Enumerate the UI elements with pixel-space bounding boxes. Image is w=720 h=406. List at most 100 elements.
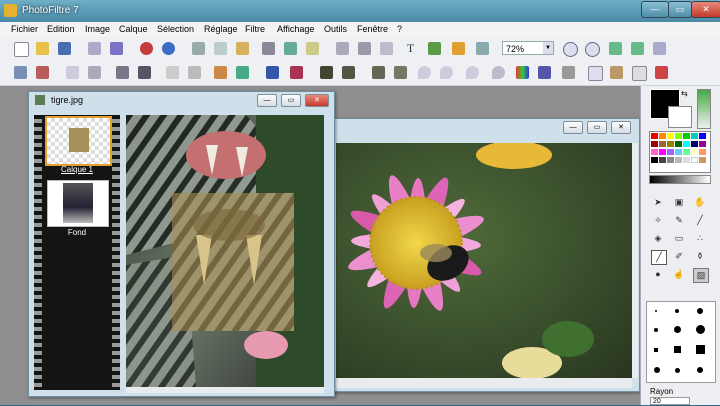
smudge-icon[interactable]: ☝ — [672, 268, 686, 281]
gamma-up-icon[interactable] — [166, 66, 179, 79]
swap-colors-icon[interactable]: ⇆ — [681, 89, 688, 98]
tiger-horizontal-scrollbar[interactable] — [126, 387, 324, 393]
print-icon[interactable] — [88, 42, 101, 55]
canvas-icon[interactable] — [306, 42, 319, 55]
minimize-button[interactable]: — — [641, 1, 669, 18]
undo-icon[interactable] — [140, 42, 153, 55]
flower-vertical-scrollbar[interactable] — [632, 143, 638, 378]
brush-icon[interactable]: ╱ — [651, 250, 667, 265]
cut-icon[interactable] — [192, 42, 205, 55]
brush-size-10[interactable] — [654, 367, 660, 373]
spray-icon[interactable]: ∴ — [693, 232, 707, 245]
tiger-close-button[interactable]: ✕ — [305, 94, 329, 107]
brush-size-1[interactable] — [655, 310, 657, 312]
fill-icon[interactable]: ◈ — [651, 232, 665, 245]
pencil-icon[interactable]: ✐ — [672, 250, 686, 263]
tiger-maximize-button[interactable]: ▭ — [281, 94, 301, 107]
filter-1-icon[interactable] — [320, 66, 333, 79]
mask-icon[interactable] — [538, 66, 551, 79]
layer-name-calque1[interactable]: Calque 1 — [34, 165, 120, 174]
stamp-icon[interactable]: ▨ — [693, 268, 709, 283]
color-palette[interactable] — [649, 131, 711, 173]
flip-icon[interactable] — [36, 66, 49, 79]
brush-size-3[interactable] — [697, 308, 703, 314]
pointer-icon[interactable]: ➤ — [651, 196, 665, 209]
gradient-bar[interactable] — [649, 175, 711, 184]
rayon-value[interactable]: 20 — [650, 397, 690, 405]
saturation-icon[interactable] — [214, 66, 227, 79]
rotate-icon[interactable] — [14, 66, 27, 79]
eyedropper-icon[interactable]: ✎ — [672, 214, 686, 227]
swatch-yellow[interactable] — [667, 133, 674, 139]
scan-icon[interactable] — [110, 42, 123, 55]
rgb-icon[interactable] — [290, 66, 303, 79]
tiger-minimize-button[interactable]: — — [257, 94, 277, 107]
copy-icon[interactable] — [214, 42, 227, 55]
menu-fichier[interactable]: Fichier — [11, 24, 38, 34]
effects-icon[interactable] — [452, 42, 465, 55]
color-balance-icon[interactable] — [236, 66, 249, 79]
menu-fenetre[interactable]: Fenêtre — [357, 24, 388, 34]
crop-icon[interactable] — [262, 42, 275, 55]
flower-horizontal-scrollbar[interactable] — [336, 378, 632, 388]
swatch-tan[interactable] — [699, 157, 706, 163]
zoom-out-icon[interactable] — [585, 42, 600, 57]
new-icon[interactable] — [14, 42, 29, 57]
flower-canvas[interactable] — [336, 143, 632, 378]
swatch-white[interactable] — [691, 157, 698, 163]
menu-edition[interactable]: Edition — [47, 24, 75, 34]
swatch-teal[interactable] — [691, 133, 698, 139]
drop-2-icon[interactable] — [440, 66, 453, 79]
layer-thumb-calque1[interactable] — [45, 116, 112, 166]
contrast-up-icon[interactable] — [116, 66, 129, 79]
export-icon[interactable] — [655, 66, 668, 79]
fit-window-icon[interactable] — [631, 42, 644, 55]
brush-size-5[interactable] — [674, 326, 681, 333]
menu-selection[interactable]: Sélection — [157, 24, 194, 34]
redo-icon[interactable] — [162, 42, 175, 55]
chevron-down-icon[interactable]: ▼ — [543, 42, 553, 54]
contrast-down-icon[interactable] — [138, 66, 151, 79]
line-icon[interactable]: ╱ — [693, 214, 707, 227]
text-icon[interactable]: T — [404, 42, 417, 55]
swatch-salmon[interactable] — [699, 149, 706, 155]
fit-icon[interactable] — [358, 42, 371, 55]
brush-size-11[interactable] — [675, 368, 680, 373]
menu-filtre[interactable]: Filtre — [245, 24, 265, 34]
paste-icon[interactable] — [236, 42, 249, 55]
brush-size-6[interactable] — [696, 325, 705, 334]
swatch-darkgray[interactable] — [659, 157, 666, 163]
brightness-up-icon[interactable] — [66, 66, 79, 79]
layer-name-fond[interactable]: Fond — [34, 228, 120, 237]
filter-4-icon[interactable] — [394, 66, 407, 79]
swatch-lightgray[interactable] — [683, 157, 690, 163]
brightness-down-icon[interactable] — [88, 66, 101, 79]
gamma-down-icon[interactable] — [188, 66, 201, 79]
select-all-icon[interactable] — [380, 42, 393, 55]
maximize-button[interactable]: ▭ — [668, 1, 692, 18]
swatch-navy[interactable] — [691, 141, 698, 147]
fullscreen-icon[interactable] — [653, 42, 666, 55]
zoom-in-icon[interactable] — [563, 42, 578, 57]
filter-2-icon[interactable] — [342, 66, 355, 79]
menu-reglage[interactable]: Réglage — [204, 24, 238, 34]
flower-maximize-button[interactable]: ▭ — [587, 121, 607, 134]
swatch-blue[interactable] — [699, 133, 706, 139]
vertical-gradient-bar[interactable] — [697, 89, 711, 129]
swatch-red[interactable] — [651, 133, 658, 139]
swatch-darkgreen[interactable] — [675, 141, 682, 147]
drop-4-icon[interactable] — [492, 66, 505, 79]
swatch-lime[interactable] — [675, 133, 682, 139]
selection-icon[interactable]: ▣ — [672, 196, 686, 209]
levels-icon[interactable] — [266, 66, 279, 79]
resize-icon[interactable] — [284, 42, 297, 55]
swatch-pink[interactable] — [651, 149, 658, 155]
swatch-cyan[interactable] — [683, 141, 690, 147]
drop-3-icon[interactable] — [466, 66, 479, 79]
swatch-cream[interactable] — [691, 149, 698, 155]
flower-minimize-button[interactable]: — — [563, 121, 583, 134]
swatch-purple[interactable] — [699, 141, 706, 147]
brush-size-9[interactable] — [696, 345, 705, 354]
swatch-olive[interactable] — [667, 141, 674, 147]
swatch-green[interactable] — [683, 133, 690, 139]
